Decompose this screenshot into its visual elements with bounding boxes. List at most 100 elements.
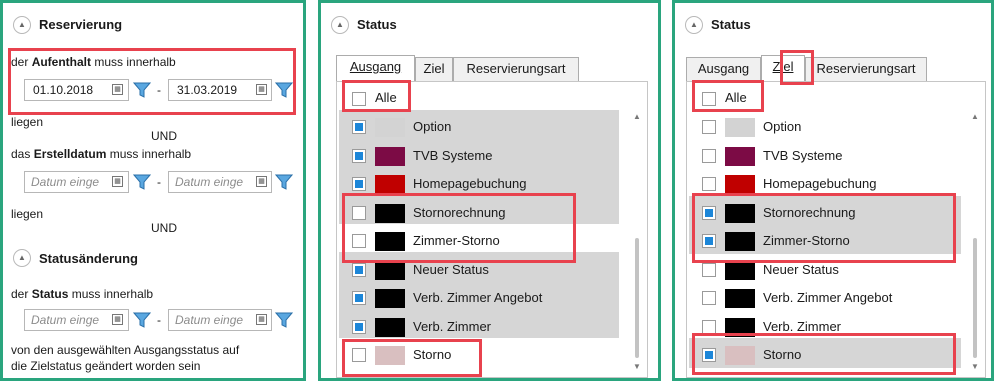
status-color-swatch <box>725 175 755 194</box>
tab-ausgang[interactable]: Ausgang <box>686 57 761 81</box>
status-item-checkbox[interactable] <box>702 320 716 334</box>
status-color-swatch <box>725 147 755 166</box>
filter-funnel-icon[interactable] <box>275 173 293 191</box>
status-color-swatch <box>375 175 405 194</box>
tab-reservierungsart[interactable]: Reservierungsart <box>805 57 927 81</box>
status-color-swatch <box>725 118 755 137</box>
status-color-swatch <box>375 289 405 308</box>
status-panel-ausgang: ▲ Status Ausgang Ziel Reservierungsart A… <box>318 0 661 381</box>
status-item-label: Verb. Zimmer Angebot <box>413 290 543 305</box>
filter-funnel-icon[interactable] <box>275 311 293 329</box>
status-item-checkbox[interactable] <box>352 149 366 163</box>
status-color-swatch <box>375 346 405 365</box>
scrollbar[interactable]: ▲ ▼ <box>971 112 979 374</box>
status-item-checkbox[interactable] <box>702 234 716 248</box>
status-item-checkbox[interactable] <box>702 149 716 163</box>
liegen-label: liegen <box>11 207 44 221</box>
scroll-down-icon[interactable]: ▼ <box>971 362 979 371</box>
filter-funnel-icon[interactable] <box>133 311 151 329</box>
status-item-label: Storno <box>763 347 802 362</box>
status-item-label: Homepagebuchung <box>413 176 527 191</box>
status-list: Alle ▲ ▼ Option TVB Systeme Homepagebuchun… <box>336 81 648 378</box>
status-item-checkbox[interactable] <box>702 348 716 362</box>
status-item-label: Zimmer-Storno <box>763 233 850 248</box>
section-title-reservierung: Reservierung <box>39 17 123 32</box>
scrollbar-thumb[interactable] <box>635 238 639 358</box>
status-color-swatch <box>375 318 405 337</box>
status-item-label: Verb. Zimmer <box>413 319 492 334</box>
und-label: UND <box>151 221 177 235</box>
status-panel-ziel: ▲ Status Ausgang Ziel Reservierungsart A… <box>672 0 994 381</box>
status-item-label: Stornorechnung <box>413 205 506 220</box>
filter-funnel-icon[interactable] <box>133 173 151 191</box>
alle-checkbox[interactable] <box>702 92 716 106</box>
scrollbar[interactable]: ▲ ▼ <box>633 112 641 374</box>
status-item-label: Verb. Zimmer <box>763 319 842 334</box>
status-item-label: Option <box>763 119 802 134</box>
scroll-up-icon[interactable]: ▲ <box>633 112 641 121</box>
status-item-label: TVB Systeme <box>763 148 843 163</box>
status-item-checkbox[interactable] <box>702 263 716 277</box>
status-color-swatch <box>725 318 755 337</box>
alle-checkbox[interactable] <box>352 92 366 106</box>
calendar-icon[interactable]: ▦ <box>256 84 267 95</box>
alle-label: Alle <box>725 90 747 105</box>
status-item-checkbox[interactable] <box>702 177 716 191</box>
status-item-label: Homepagebuchung <box>763 176 877 191</box>
tab-ziel[interactable]: Ziel <box>761 55 805 81</box>
status-item-label: Option <box>413 119 452 134</box>
status-item-label: Storno <box>413 347 452 362</box>
status-item-checkbox[interactable] <box>352 206 366 220</box>
scroll-up-icon[interactable]: ▲ <box>971 112 979 121</box>
calendar-icon[interactable]: ▦ <box>256 314 267 325</box>
status-description-line2: die Zielstatus geändert worden sein <box>11 359 201 373</box>
collapse-chevron-icon[interactable]: ▲ <box>331 16 349 34</box>
status-item-checkbox[interactable] <box>352 234 366 248</box>
date-range-separator: - <box>157 175 161 189</box>
collapse-chevron-icon[interactable]: ▲ <box>13 16 31 34</box>
collapse-chevron-icon[interactable]: ▲ <box>685 16 703 34</box>
scrollbar-thumb[interactable] <box>973 238 977 358</box>
tab-reservierungsart[interactable]: Reservierungsart <box>453 57 579 81</box>
calendar-icon[interactable]: ▦ <box>112 314 123 325</box>
section-title-status: Status <box>711 17 751 32</box>
liegen-label: liegen <box>11 115 44 129</box>
status-item-checkbox[interactable] <box>702 120 716 134</box>
status-item-checkbox[interactable] <box>352 291 366 305</box>
status-color-swatch <box>725 232 755 251</box>
collapse-chevron-icon[interactable]: ▲ <box>13 249 31 267</box>
status-item-checkbox[interactable] <box>352 177 366 191</box>
tab-ziel[interactable]: Ziel <box>415 57 453 81</box>
status-color-swatch <box>375 204 405 223</box>
alle-label: Alle <box>375 90 397 105</box>
calendar-icon[interactable]: ▦ <box>112 176 123 187</box>
status-item-label: Verb. Zimmer Angebot <box>763 290 893 305</box>
status-item-checkbox[interactable] <box>702 291 716 305</box>
und-label: UND <box>151 129 177 143</box>
status-item-checkbox[interactable] <box>702 206 716 220</box>
calendar-icon[interactable]: ▦ <box>112 84 123 95</box>
status-description-line1: von den ausgewählten Ausgangsstatus auf <box>11 343 240 357</box>
status-label: der Status muss innerhalb <box>11 287 154 301</box>
status-item-checkbox[interactable] <box>352 320 366 334</box>
status-item-label: Neuer Status <box>413 262 489 277</box>
status-item-label: TVB Systeme <box>413 148 493 163</box>
filter-funnel-icon[interactable] <box>275 81 293 99</box>
tab-ausgang[interactable]: Ausgang <box>336 55 415 81</box>
status-list: Alle ▲ ▼ Option TVB Systeme Homepagebuchun… <box>686 81 986 378</box>
status-item-checkbox[interactable] <box>352 263 366 277</box>
status-item-checkbox[interactable] <box>352 120 366 134</box>
status-color-swatch <box>375 118 405 137</box>
scroll-down-icon[interactable]: ▼ <box>633 362 641 371</box>
status-color-swatch <box>375 147 405 166</box>
status-color-swatch <box>725 204 755 223</box>
status-color-swatch <box>375 261 405 280</box>
section-title-statusaenderung: Statusänderung <box>39 251 138 266</box>
status-item-checkbox[interactable] <box>352 348 366 362</box>
calendar-icon[interactable]: ▦ <box>256 176 267 187</box>
status-color-swatch <box>725 289 755 308</box>
status-item-label: Neuer Status <box>763 262 839 277</box>
erstelldatum-label: das Erstelldatum muss innerhalb <box>11 147 192 161</box>
status-color-swatch <box>375 232 405 251</box>
filter-funnel-icon[interactable] <box>133 81 151 99</box>
